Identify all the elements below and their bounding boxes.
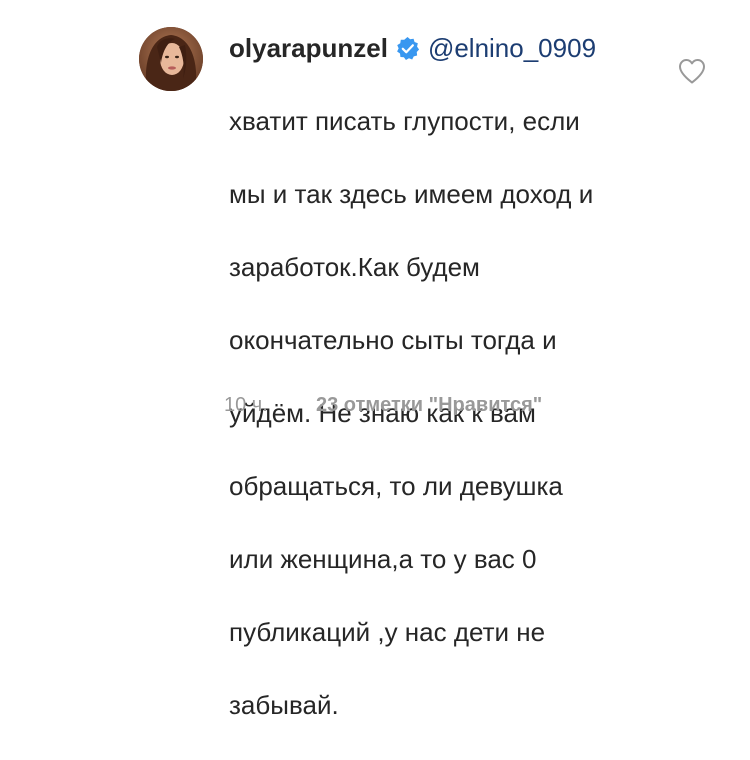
comment-text-line: обращаться, то ли девушка bbox=[229, 470, 563, 501]
heart-outline-icon bbox=[679, 59, 705, 84]
avatar-image bbox=[139, 27, 203, 91]
likes-count-link[interactable]: 23 отметки "Нравится" bbox=[316, 394, 542, 417]
username-link[interactable]: olyarapunzel bbox=[229, 30, 388, 66]
comment-text-line: публикаций ,у нас дети не bbox=[229, 616, 546, 647]
comment-text-line: хватит писать глупости, если bbox=[229, 105, 580, 136]
avatar[interactable] bbox=[139, 27, 203, 91]
mention-link[interactable]: @elnino_0909 bbox=[428, 30, 596, 66]
comment-header: olyarapunzel @elnino_0909 bbox=[229, 30, 649, 66]
comment-text-line: или женщина,а то у вас 0 bbox=[229, 543, 537, 574]
comment-text-line: заработок.Как будем bbox=[229, 251, 480, 282]
comment-text-line: окончательно сыты тогда и bbox=[229, 324, 557, 355]
comment-meta: 10 ч. 23 отметки "Нравится" bbox=[224, 390, 542, 420]
like-button[interactable] bbox=[677, 57, 707, 85]
comment-text-line: забывай. bbox=[229, 689, 339, 720]
comment-text-line: мы и так здесь имеем доход и bbox=[229, 178, 594, 209]
comment: olyarapunzel @elnino_0909 хватит писать … bbox=[0, 0, 750, 720]
verified-badge-icon bbox=[395, 36, 420, 61]
comment-timestamp: 10 ч. bbox=[224, 393, 268, 416]
